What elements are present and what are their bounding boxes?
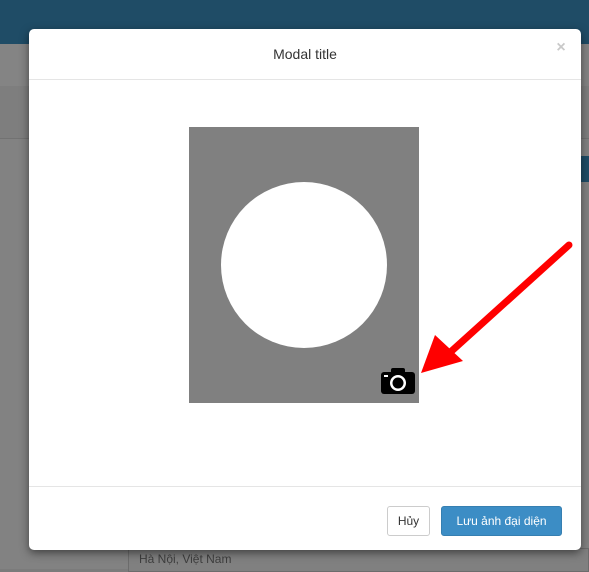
close-icon[interactable]: × [551,38,571,58]
modal-footer: Hủy Lưu ảnh đại diện [29,486,581,550]
camera-icon[interactable] [379,366,417,396]
modal-header: Modal title × [29,29,581,80]
save-avatar-button[interactable]: Lưu ảnh đại diện [441,506,562,536]
background-address-field: Hà Nội, Việt Nam [128,548,589,572]
avatar-preview [189,127,419,403]
annotation-arrow [421,241,573,373]
cancel-button[interactable]: Hủy [387,506,430,536]
background-accent-strip [581,156,589,182]
avatar-modal-dialog: Modal title × Hủy Lưu ảnh đại diện [29,29,581,550]
avatar-placeholder-circle [221,182,387,348]
modal-title: Modal title [273,46,337,62]
